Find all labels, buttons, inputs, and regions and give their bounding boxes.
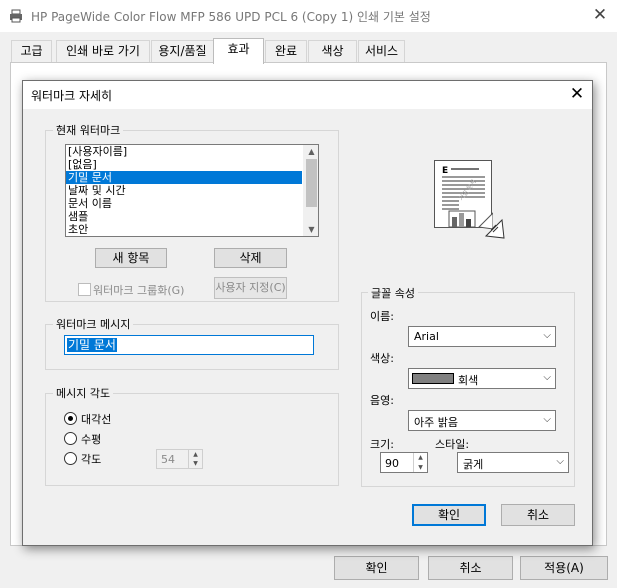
tab-advanced[interactable]: 고급 — [11, 40, 52, 62]
font-name-select[interactable]: Arial ⌵ — [408, 326, 556, 347]
list-scrollbar[interactable]: ▲ ▼ — [303, 145, 318, 236]
tab-paper-quality[interactable]: 용지/품질 — [151, 40, 214, 62]
watermark-preview: E 기밀 문서 — [434, 160, 506, 240]
tab-effects[interactable]: 효과 — [213, 38, 264, 64]
page-curl-icon — [484, 218, 506, 240]
ok-button[interactable]: 확인 — [334, 556, 419, 580]
shading-label: 음영: — [370, 394, 394, 407]
style-label: 스타일: — [435, 438, 470, 451]
shading-select[interactable]: 아주 밝음 ⌵ — [408, 410, 556, 431]
tab-finishing[interactable]: 완료 — [265, 40, 307, 62]
font-attributes-legend: 글꼴 속성 — [368, 285, 418, 301]
close-icon[interactable]: ✕ — [592, 5, 608, 25]
font-name-value: Arial — [414, 330, 439, 343]
scroll-up-icon[interactable]: ▲ — [304, 145, 319, 158]
message-angle-legend: 메시지 각도 — [53, 385, 114, 401]
watermark-message-input[interactable]: 기밀 문서 — [64, 335, 314, 355]
chevron-down-icon: ⌵ — [543, 414, 551, 425]
angle-degrees-stepper[interactable]: 54 ▲ ▼ — [156, 449, 203, 469]
tab-color[interactable]: 색상 — [308, 40, 357, 62]
font-color-label: 색상: — [370, 352, 394, 365]
angle-radio[interactable] — [64, 452, 77, 465]
list-item[interactable]: 샘플 — [66, 210, 302, 223]
spin-down-icon[interactable]: ▼ — [189, 459, 202, 468]
chevron-down-icon: ⌵ — [556, 456, 564, 467]
horizontal-label: 수평 — [81, 433, 102, 446]
font-style-value: 굵게 — [463, 458, 484, 471]
font-size-stepper[interactable]: 90 ▲ ▼ — [380, 452, 428, 473]
diagonal-radio[interactable] — [64, 412, 77, 425]
watermark-message-legend: 워터마크 메시지 — [53, 316, 134, 332]
group-watermark-checkbox[interactable] — [78, 283, 91, 296]
watermark-list[interactable]: [사용자이름] [없음] 기밀 문서 날짜 및 시간 문서 이름 샘플 초안 ▲… — [65, 144, 319, 237]
angle-spin-buttons[interactable]: ▲ ▼ — [188, 450, 202, 468]
tab-print-shortcuts[interactable]: 인쇄 바로 가기 — [56, 40, 150, 62]
font-color-select[interactable]: 회색 ⌵ — [408, 368, 556, 389]
color-swatch — [412, 373, 454, 384]
dialog-titlebar: 워터마크 자세히 ✕ — [23, 81, 592, 109]
horizontal-radio[interactable] — [64, 432, 77, 445]
close-icon[interactable]: ✕ — [568, 84, 586, 104]
tab-services[interactable]: 서비스 — [358, 40, 405, 62]
window-title: HP PageWide Color Flow MFP 586 UPD PCL 6… — [31, 10, 431, 24]
new-item-button[interactable]: 새 항목 — [95, 248, 167, 268]
current-watermark-legend: 현재 워터마크 — [53, 122, 124, 138]
list-item[interactable]: 문서 이름 — [66, 197, 302, 210]
watermark-details-dialog: 워터마크 자세히 ✕ 현재 워터마크 [사용자이름] [없음] 기밀 문서 날짜… — [22, 80, 593, 546]
angle-degrees-value: 54 — [161, 453, 175, 466]
svg-text:E: E — [442, 166, 448, 176]
cancel-button[interactable]: 취소 — [428, 556, 513, 580]
delete-button[interactable]: 삭제 — [214, 248, 287, 268]
font-size-value: 90 — [385, 457, 399, 470]
list-item[interactable]: [사용자이름] — [66, 145, 302, 158]
list-item[interactable]: 기밀 문서 — [66, 171, 302, 184]
window-titlebar: HP PageWide Color Flow MFP 586 UPD PCL 6… — [0, 0, 617, 32]
font-name-label: 이름: — [370, 310, 394, 323]
list-item[interactable]: 날짜 및 시간 — [66, 184, 302, 197]
shading-value: 아주 밝음 — [414, 416, 458, 429]
scroll-thumb[interactable] — [306, 159, 317, 207]
size-spin-buttons[interactable]: ▲ ▼ — [413, 453, 427, 472]
customize-button[interactable]: 사용자 지정(C) — [214, 277, 287, 299]
chevron-down-icon: ⌵ — [543, 330, 551, 341]
watermark-message-text: 기밀 문서 — [67, 338, 117, 352]
svg-text:기밀 문서: 기밀 문서 — [457, 178, 478, 202]
font-style-select[interactable]: 굵게 ⌵ — [457, 452, 569, 473]
chevron-down-icon: ⌵ — [543, 372, 551, 383]
size-label: 크기: — [370, 438, 394, 451]
list-item[interactable]: 초안 — [66, 223, 302, 236]
dialog-ok-button[interactable]: 확인 — [412, 504, 486, 526]
dialog-cancel-button[interactable]: 취소 — [501, 504, 575, 526]
dialog-title: 워터마크 자세히 — [31, 89, 113, 103]
list-item[interactable]: [없음] — [66, 158, 302, 171]
scroll-down-icon[interactable]: ▼ — [304, 223, 319, 236]
apply-button[interactable]: 적용(A) — [520, 556, 608, 580]
spin-up-icon[interactable]: ▲ — [414, 453, 427, 463]
spin-down-icon[interactable]: ▼ — [414, 463, 427, 473]
printer-icon — [10, 9, 22, 23]
spin-up-icon[interactable]: ▲ — [189, 450, 202, 459]
font-color-value: 회색 — [458, 374, 479, 387]
group-watermark-label: 워터마크 그룹화(G) — [93, 284, 185, 297]
diagonal-label: 대각선 — [81, 413, 112, 426]
angle-label: 각도 — [81, 453, 102, 466]
